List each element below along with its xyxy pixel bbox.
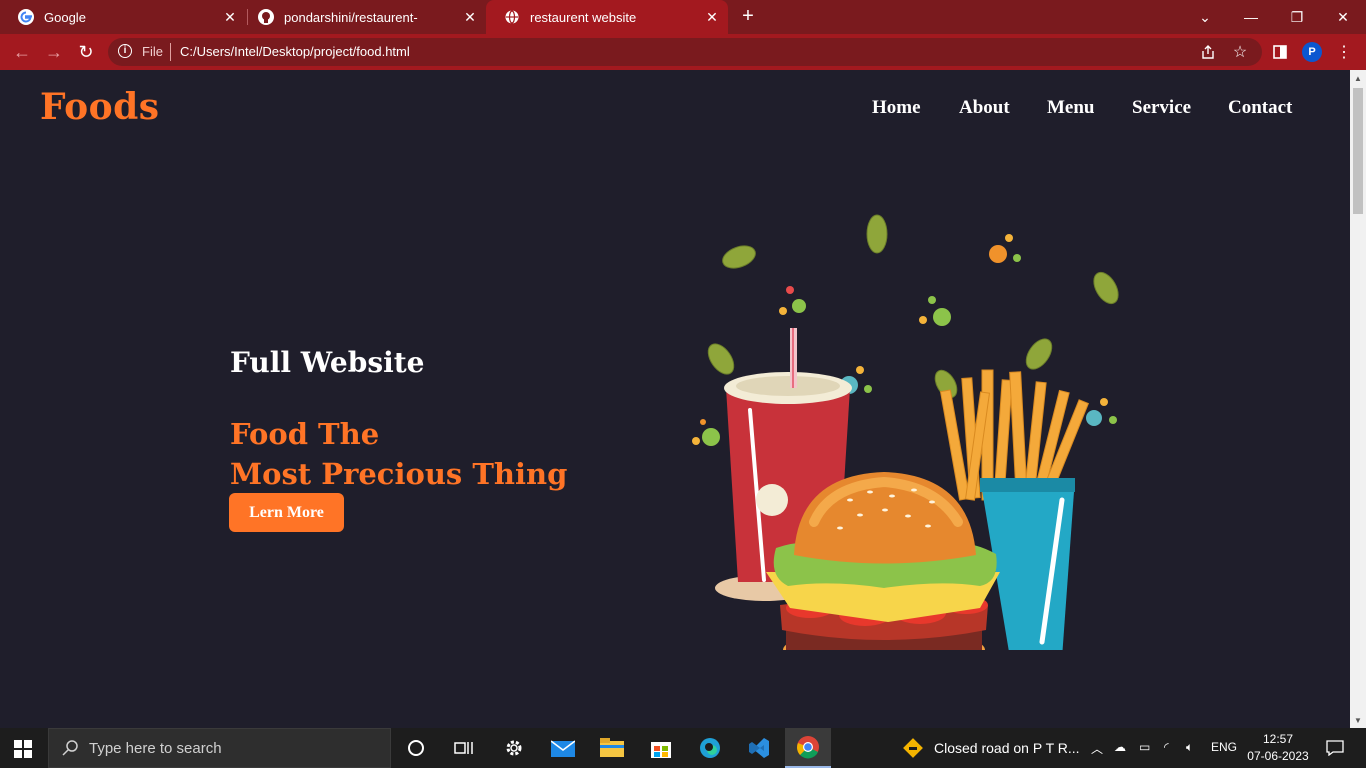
settings-gear-icon[interactable] — [491, 728, 537, 768]
page-scrollbar[interactable]: ▲ ▼ — [1350, 70, 1366, 728]
taskbar-search-box[interactable]: Type here to search — [48, 728, 391, 768]
nav-menu[interactable]: Menu — [1047, 97, 1095, 119]
address-bar[interactable]: i File C:/Users/Intel/Desktop/project/fo… — [108, 38, 1262, 66]
file-explorer-icon[interactable] — [589, 728, 635, 768]
side-panel-icon[interactable] — [1268, 40, 1292, 64]
google-icon — [18, 9, 34, 25]
bookmark-star-icon[interactable]: ☆ — [1228, 40, 1252, 64]
tab-strip: Google ✕ pondarshini/restaurent- ✕ resta… — [0, 0, 1366, 34]
clock-date: 07-06-2023 — [1247, 749, 1309, 763]
profile-avatar[interactable]: P — [1302, 42, 1322, 62]
kebab-menu-icon[interactable]: ⋮ — [1332, 40, 1356, 64]
chevron-up-icon[interactable]: ︿ — [1091, 740, 1103, 757]
share-icon[interactable] — [1196, 40, 1220, 64]
nav-service[interactable]: Service — [1132, 97, 1191, 119]
notification-center-icon[interactable] — [1312, 728, 1358, 768]
chrome-icon[interactable] — [785, 728, 831, 768]
hero-title-line2: Most Precious Thing — [230, 457, 568, 491]
battery-icon[interactable]: ▭ — [1139, 740, 1150, 754]
hero-subtitle: Full Website — [230, 346, 425, 379]
site-logo[interactable]: Foods — [40, 86, 160, 128]
system-clock[interactable]: 12:57 07-06-2023 — [1247, 731, 1309, 765]
minimize-button[interactable]: — — [1228, 0, 1274, 34]
edge-browser-icon[interactable] — [687, 728, 733, 768]
task-view-icon[interactable] — [441, 728, 487, 768]
forward-arrow-icon[interactable]: → — [42, 40, 66, 64]
nav-contact[interactable]: Contact — [1228, 97, 1292, 119]
tab-search-chevron-icon[interactable]: ⌄ — [1182, 0, 1228, 34]
scrollbar-thumb[interactable] — [1353, 88, 1363, 214]
globe-icon — [504, 9, 520, 25]
back-arrow-icon[interactable]: ← — [10, 40, 34, 64]
tab-google[interactable]: Google ✕ — [0, 0, 246, 34]
web-page: Foods Home About Menu Service Contact Fu… — [0, 70, 1350, 728]
info-icon[interactable]: i — [118, 44, 132, 58]
wifi-icon[interactable]: ◜ — [1164, 740, 1169, 754]
close-icon[interactable]: ✕ — [460, 9, 480, 26]
road-warning-icon — [903, 738, 923, 758]
tab-label: restaurent website — [530, 9, 637, 25]
omnibox-divider — [170, 43, 171, 61]
github-icon — [258, 9, 274, 25]
close-icon[interactable]: ✕ — [220, 9, 240, 26]
search-placeholder: Type here to search — [89, 740, 222, 757]
learn-more-button[interactable]: Lern More — [229, 493, 344, 532]
hero-title: Food The Most Precious Thing — [230, 414, 567, 494]
cortana-icon[interactable] — [393, 728, 439, 768]
tab-label: Google — [44, 9, 86, 25]
new-tab-button[interactable]: + — [736, 4, 760, 28]
scroll-up-arrow-icon[interactable]: ▲ — [1354, 74, 1362, 83]
windows-start-icon[interactable] — [14, 740, 32, 758]
news-headline: Closed road on P T R... — [934, 740, 1080, 756]
windows-taskbar: Type here to search Closed road on P T R… — [0, 728, 1366, 768]
restore-button[interactable]: ❐ — [1274, 0, 1320, 34]
news-widget[interactable]: Closed road on P T R... — [902, 728, 1080, 768]
nav-about[interactable]: About — [959, 97, 1010, 119]
search-icon — [62, 740, 78, 756]
volume-icon[interactable]: 🔈︎ — [1186, 740, 1193, 755]
language-indicator[interactable]: ENG — [1211, 740, 1237, 754]
browser-toolbar: ← → ↻ i File C:/Users/Intel/Desktop/proj… — [0, 34, 1366, 70]
burger-fries-drink-illustration — [692, 214, 1119, 650]
hero-title-line1: Food The — [230, 417, 380, 451]
mail-icon[interactable] — [540, 728, 586, 768]
url-text[interactable]: C:/Users/Intel/Desktop/project/food.html — [180, 44, 410, 59]
reload-icon[interactable]: ↻ — [74, 40, 98, 64]
microsoft-store-icon[interactable] — [638, 728, 684, 768]
tab-restaurent-website[interactable]: restaurent website ✕ — [486, 0, 728, 34]
scroll-down-arrow-icon[interactable]: ▼ — [1354, 716, 1362, 725]
close-icon[interactable]: ✕ — [702, 9, 722, 26]
clock-time: 12:57 — [1262, 732, 1294, 746]
nav-home[interactable]: Home — [872, 97, 921, 119]
window-close-button[interactable]: ✕ — [1320, 0, 1366, 34]
onedrive-cloud-icon[interactable]: ☁ — [1114, 740, 1126, 754]
scheme-label: File — [142, 44, 163, 59]
vscode-icon[interactable] — [736, 728, 782, 768]
tab-github[interactable]: pondarshini/restaurent- ✕ — [240, 0, 486, 34]
tab-label: pondarshini/restaurent- — [284, 9, 418, 25]
